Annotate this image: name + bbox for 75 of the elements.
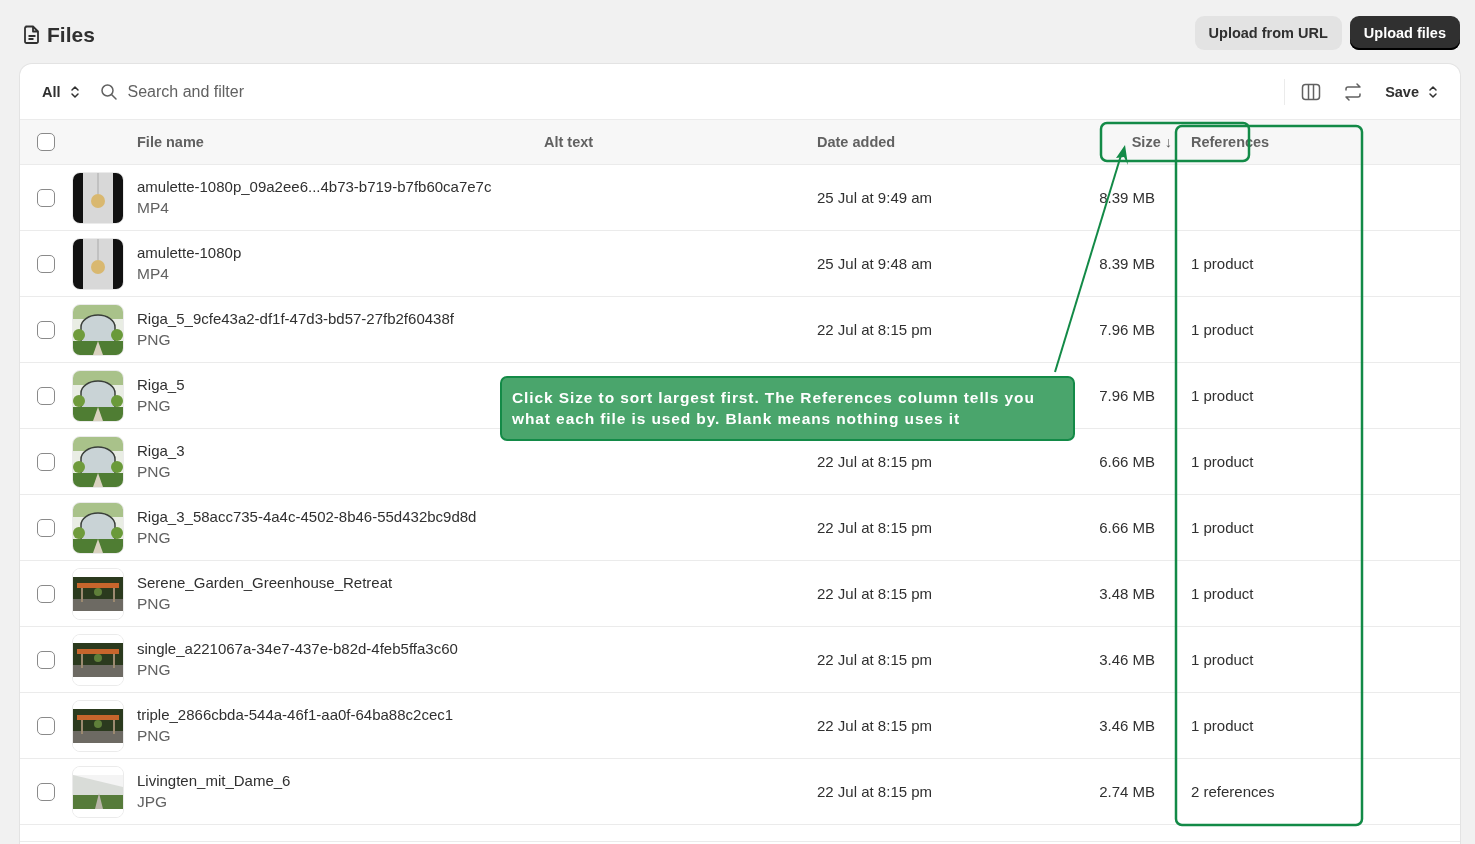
file-type: PNG (137, 727, 171, 745)
date-added: 22 Jul at 8:15 pm (817, 585, 933, 602)
sort-icon[interactable] (1343, 81, 1364, 102)
columns-icon[interactable] (1301, 82, 1322, 101)
references-count[interactable]: 1 product (1191, 651, 1254, 668)
file-name[interactable]: Riga_5 (137, 376, 185, 393)
file-name[interactable]: triple_2866cbda-544a-46f1-aa0f-64ba88c2cec1 (137, 706, 454, 723)
column-header[interactable]: Alt text (544, 134, 594, 150)
date-added: 22 Jul at 8:15 pm (817, 453, 933, 470)
column-header[interactable]: File name (137, 134, 204, 150)
file-type: PNG (137, 595, 171, 613)
row-checkbox[interactable] (37, 254, 55, 273)
file-icon (24, 25, 40, 44)
file-name[interactable]: amulette-1080p (137, 244, 242, 261)
references-count[interactable]: 1 product (1191, 255, 1254, 272)
column-header[interactable]: Date added (817, 134, 896, 150)
file-type: MP4 (137, 199, 169, 217)
view-selector[interactable]: All (42, 83, 80, 100)
file-type: PNG (137, 463, 171, 481)
date-added: 25 Jul at 9:48 am (817, 255, 933, 272)
references-count[interactable]: 1 product (1191, 585, 1254, 602)
file-size: 8.39 MB (1099, 255, 1155, 272)
row-checkbox[interactable] (37, 518, 55, 537)
date-added: 22 Jul at 8:15 pm (817, 783, 933, 800)
file-size: 7.96 MB (1099, 387, 1155, 404)
search-field[interactable]: Search and filter (125, 81, 1285, 102)
row-checkbox[interactable] (37, 386, 55, 405)
file-type: MP4 (137, 265, 169, 283)
file-size: 6.66 MB (1099, 519, 1155, 536)
file-size: 7.96 MB (1099, 321, 1155, 338)
chevron-updown-icon (69, 83, 80, 100)
file-type: PNG (137, 397, 171, 415)
upload-button[interactable]: Upload from URL (1194, 15, 1342, 50)
row-checkbox[interactable] (37, 320, 55, 339)
file-type: PNG (137, 661, 171, 679)
references-count[interactable]: 1 product (1191, 519, 1254, 536)
row-checkbox[interactable] (37, 188, 55, 207)
row-checkbox[interactable] (37, 716, 55, 735)
file-type: JPG (137, 793, 168, 811)
page-title: Files (47, 22, 95, 47)
column-header[interactable]: Size ↓ (1131, 134, 1172, 150)
file-size: 3.48 MB (1099, 585, 1155, 602)
annotation-tooltip: Click Size to sort largest first. The References column tells you what each file is used by. Blank means nothing uses it (500, 376, 1075, 441)
file-size: 2.74 MB (1099, 783, 1155, 800)
row-checkbox[interactable] (37, 584, 55, 603)
row-checkbox[interactable] (37, 782, 55, 801)
search-icon (99, 82, 118, 101)
file-size: 3.46 MB (1099, 651, 1155, 668)
file-name[interactable]: single_a221067a-34e7-437e-b82d-4feb5ffa3c60 (137, 640, 458, 657)
file-name[interactable]: amulette-1080p_09a2ee6...4b73-b719-b7fb60ca7e7c (137, 178, 492, 195)
file-type: PNG (137, 331, 171, 349)
references-count[interactable]: 1 product (1191, 321, 1254, 338)
date-added: 22 Jul at 8:15 pm (817, 651, 933, 668)
row-checkbox[interactable] (37, 452, 55, 471)
file-type: PNG (137, 529, 171, 547)
references-count[interactable]: 1 product (1191, 717, 1254, 734)
references-count[interactable]: 2 references (1191, 783, 1275, 800)
file-size: 3.46 MB (1099, 717, 1155, 734)
date-added: 22 Jul at 8:15 pm (817, 519, 933, 536)
file-size: 6.66 MB (1099, 453, 1155, 470)
file-name[interactable]: Riga_3_58acc735-4a4c-4502-8b46-55d432bc9d8d (137, 508, 477, 525)
file-name[interactable]: Livingten_mit_Dame_6 (137, 772, 291, 789)
save-button[interactable]: Save (1385, 83, 1438, 100)
references-count[interactable]: 1 product (1191, 453, 1254, 470)
file-name[interactable]: Serene_Garden_Greenhouse_Retreat (137, 574, 393, 591)
select-all-checkbox[interactable] (37, 133, 55, 151)
date-added: 22 Jul at 8:15 pm (817, 321, 933, 338)
file-name[interactable]: Riga_3 (137, 442, 185, 459)
upload-button[interactable]: Upload files (1349, 15, 1460, 50)
row-checkbox[interactable] (37, 650, 55, 669)
date-added: 25 Jul at 9:49 am (817, 189, 933, 206)
chevron-updown-icon (1428, 83, 1438, 100)
date-added: 22 Jul at 8:15 pm (817, 717, 933, 734)
references-count[interactable]: 1 product (1191, 387, 1254, 404)
file-name[interactable]: Riga_5_9cfe43a2-df1f-47d3-bd57-27fb2f60438f (137, 310, 454, 327)
